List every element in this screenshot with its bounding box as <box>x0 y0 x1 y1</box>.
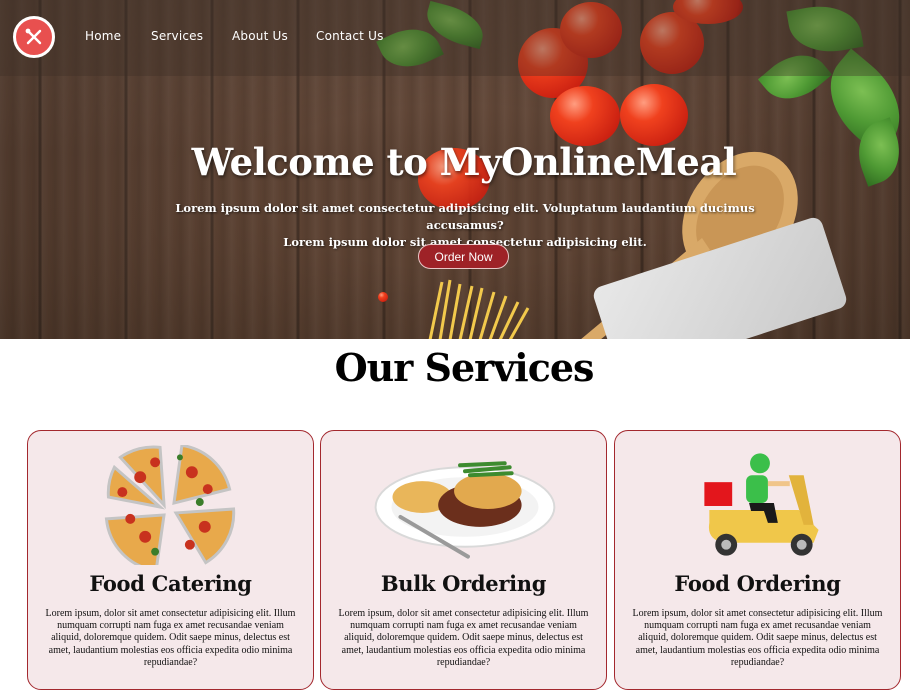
nav-link-about-us[interactable]: About Us <box>232 29 288 43</box>
hero-banner: Home Services About Us Contact Us Welcom… <box>0 0 910 339</box>
card-description: Lorem ipsum, dolor sit amet consectetur … <box>632 608 883 668</box>
services-title: Our Services <box>334 345 595 390</box>
fork-knife-icon <box>25 28 42 45</box>
card-title: Food Catering <box>89 571 252 596</box>
card-description: Lorem ipsum, dolor sit amet consectetur … <box>338 608 589 668</box>
delivery-scooter-icon <box>704 453 819 556</box>
hero-title: Welcome to MyOnlineMeal <box>191 140 737 184</box>
tomato-icon <box>620 84 688 146</box>
pasta-icon <box>428 279 530 339</box>
meal-plate-icon <box>374 461 556 559</box>
tomato-icon <box>378 292 388 302</box>
tomato-icon <box>550 86 620 146</box>
nav-link-contact-us[interactable]: Contact Us <box>316 29 384 43</box>
hero-subtitle-line-1: Lorem ipsum dolor sit amet consectetur a… <box>175 201 755 232</box>
pizza-icon <box>104 445 236 565</box>
service-card-food-catering[interactable]: Food Catering Lorem ipsum, dolor sit ame… <box>27 430 314 690</box>
nav-link-home[interactable]: Home <box>85 29 121 43</box>
card-title: Food Ordering <box>674 571 841 596</box>
nav-link-services[interactable]: Services <box>151 29 203 43</box>
card-description: Lorem ipsum, dolor sit amet consectetur … <box>45 608 296 668</box>
service-card-food-ordering[interactable]: Food Ordering Lorem ipsum, dolor sit ame… <box>614 430 901 690</box>
logo[interactable] <box>13 16 55 58</box>
service-card-bulk-ordering[interactable]: Bulk Ordering Lorem ipsum, dolor sit ame… <box>320 430 607 690</box>
order-now-button[interactable]: Order Now <box>418 244 509 269</box>
navbar: Home Services About Us Contact Us <box>0 0 910 76</box>
card-title: Bulk Ordering <box>380 571 547 596</box>
